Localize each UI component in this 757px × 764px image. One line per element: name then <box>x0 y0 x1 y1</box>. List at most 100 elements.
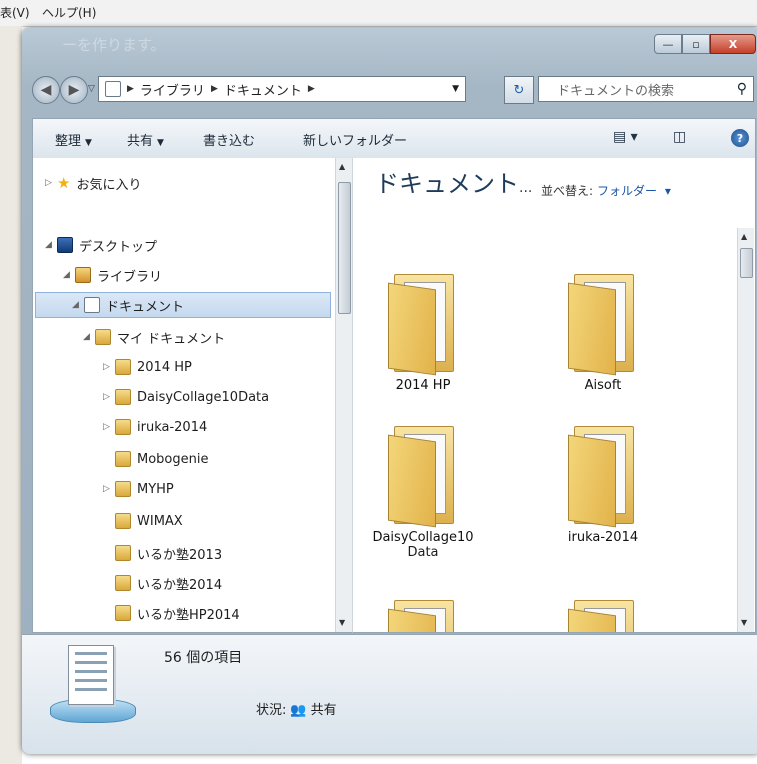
scroll-up-icon[interactable]: ▲ <box>339 162 345 171</box>
search-icon[interactable]: ⚲ <box>737 81 747 97</box>
recent-pages-dropdown-icon[interactable]: ▽ <box>88 84 95 94</box>
folder-tile[interactable]: 2014 HP <box>363 268 483 393</box>
back-button[interactable]: ◀ <box>32 76 60 104</box>
tree-item-documents[interactable]: ◢ ドキュメント <box>35 292 331 318</box>
breadcrumb-library[interactable]: ライブラリ <box>140 80 205 99</box>
document-library-icon <box>105 81 121 97</box>
caret-down-icon: ▾ <box>661 184 671 198</box>
expand-arrow-icon[interactable]: ▷ <box>103 362 115 372</box>
breadcrumb-chevron-icon[interactable]: ▶ <box>127 84 134 94</box>
collapse-arrow-icon[interactable]: ◢ <box>45 240 57 250</box>
tree-item-desktop[interactable]: ◢ デスクトップ <box>45 232 157 258</box>
tree-item-libraries[interactable]: ◢ ライブラリ <box>63 262 162 288</box>
maximize-button[interactable]: ▫ <box>682 34 710 54</box>
tree-item-folder[interactable]: ▷ DaisyCollage10Data <box>103 384 269 410</box>
library-document-icon <box>50 645 136 725</box>
folder-icon <box>115 545 131 561</box>
organize-button[interactable]: 整理 ▼ <box>55 130 92 149</box>
folder-icon <box>566 268 640 376</box>
forward-arrow-icon: ▶ <box>68 82 80 98</box>
folder-icon <box>115 389 131 405</box>
window-controls: — ▫ X <box>654 34 756 54</box>
menu-view[interactable]: 表(V) <box>0 4 30 21</box>
tree-item-favorites[interactable]: ▷ ★ お気に入り <box>45 170 141 196</box>
folder-icon <box>115 481 131 497</box>
address-bar[interactable]: ▶ ライブラリ ▶ ドキュメント ▶ ▼ <box>98 76 466 102</box>
collapse-arrow-icon[interactable]: ◢ <box>72 300 84 310</box>
nav-scroll-thumb[interactable] <box>338 182 351 314</box>
library-icon <box>75 267 91 283</box>
help-icon[interactable]: ? <box>731 129 749 147</box>
tree-item-folder[interactable]: ▷ MYHP <box>103 476 174 502</box>
caret-down-icon: ▼ <box>157 138 164 148</box>
folder-icon <box>386 420 460 528</box>
folder-tile[interactable] <box>543 594 663 632</box>
folder-icon <box>566 594 640 632</box>
navigation-bar: ◀ ▶ ▽ ▶ ライブラリ ▶ ドキュメント ▶ ▼ ↻ ドキュメントの検索 ⚲ <box>22 68 757 108</box>
file-list-pane: ドキュメント... 並べ替え: フォルダー ▾ 2014 HP Aisoft Da… <box>352 158 756 633</box>
forward-button[interactable]: ▶ <box>60 76 88 104</box>
minimize-button[interactable]: — <box>654 34 682 54</box>
refresh-button[interactable]: ↻ <box>504 76 534 104</box>
folder-tile[interactable]: Aisoft <box>543 268 663 393</box>
nav-scrollbar[interactable]: ▲ ▼ <box>335 158 352 632</box>
expand-arrow-icon[interactable]: ▷ <box>103 392 115 402</box>
folder-tile[interactable] <box>363 594 483 632</box>
breadcrumb-documents[interactable]: ドキュメント <box>224 80 302 99</box>
expand-arrow-icon[interactable]: ▷ <box>103 484 115 494</box>
tree-item-my-documents[interactable]: ◢ マイ ドキュメント <box>83 324 225 350</box>
collapse-arrow-icon[interactable]: ◢ <box>83 332 95 342</box>
background-app-edge <box>0 26 22 764</box>
document-icon <box>84 297 100 313</box>
tree-item-folder[interactable]: いるか塾HP2014 <box>103 600 240 626</box>
expand-arrow-icon[interactable]: ▷ <box>45 178 57 188</box>
sharing-status: 状況: 👥 共有 <box>256 703 337 718</box>
scroll-up-icon[interactable]: ▲ <box>741 232 747 241</box>
close-button[interactable]: X <box>710 34 756 54</box>
tree-item-folder[interactable]: いるか塾2014 <box>103 570 222 596</box>
preview-pane-icon[interactable]: ◫ <box>673 129 686 145</box>
view-options-icon[interactable]: ▤ ▾ <box>613 129 638 145</box>
folder-icon <box>115 419 131 435</box>
address-dropdown-icon[interactable]: ▼ <box>452 84 459 94</box>
ghost-title: ーを作ります。 <box>62 36 166 54</box>
explorer-window: ーを作ります。 — ▫ X ◀ ▶ ▽ ▶ ライブラリ ▶ ドキュメント ▶ ▼… <box>22 28 757 754</box>
navigation-pane: ▷ ★ お気に入り ◢ デスクトップ ◢ ライブラリ ◢ ドキュメント ◢ マイ ドキュメン… <box>32 158 354 633</box>
expand-arrow-icon[interactable]: ▷ <box>103 422 115 432</box>
content-scrollbar[interactable]: ▲ ▼ <box>737 228 754 632</box>
title-ellipsis: ... <box>519 180 533 196</box>
tree-item-folder[interactable]: ▷ iruka-2014 <box>103 414 207 440</box>
folder-icon <box>566 420 640 528</box>
caret-down-icon: ▼ <box>85 138 92 148</box>
folder-icon <box>115 451 131 467</box>
content-scroll-thumb[interactable] <box>740 248 753 278</box>
shared-users-icon: 👥 <box>290 703 307 718</box>
back-arrow-icon: ◀ <box>40 82 52 98</box>
item-count: 56 個の項目 <box>164 650 243 666</box>
search-input[interactable]: ドキュメントの検索 ⚲ <box>538 76 754 102</box>
star-icon: ★ <box>57 174 71 192</box>
refresh-icon: ↻ <box>513 82 525 98</box>
tree-item-folder[interactable]: ▷ 2014 HP <box>103 354 192 380</box>
folder-tile[interactable]: iruka-2014 <box>543 420 663 545</box>
folder-icon <box>386 268 460 376</box>
scroll-down-icon[interactable]: ▼ <box>741 618 747 627</box>
breadcrumb-chevron-icon[interactable]: ▶ <box>308 84 315 94</box>
folder-tile[interactable]: DaisyCollage10 Data <box>363 420 483 560</box>
command-bar: 整理 ▼ 共有 ▼ 書き込む 新しいフォルダー ▤ ▾ ◫ ? <box>32 118 756 159</box>
share-button[interactable]: 共有 ▼ <box>127 130 164 149</box>
arrange-by[interactable]: 並べ替え: フォルダー ▾ <box>541 182 671 199</box>
new-folder-button[interactable]: 新しいフォルダー <box>303 130 407 149</box>
tree-item-folder[interactable]: WIMAX <box>103 508 183 534</box>
burn-button[interactable]: 書き込む <box>203 130 255 149</box>
menu-help[interactable]: ヘルプ(H) <box>42 4 96 21</box>
folder-icon <box>115 575 131 591</box>
details-pane: 56 個の項目 状況: 👥 共有 <box>22 634 757 754</box>
arrange-by-value[interactable]: フォルダー <box>597 184 657 198</box>
desktop-icon <box>57 237 73 253</box>
scroll-down-icon[interactable]: ▼ <box>339 618 345 627</box>
collapse-arrow-icon[interactable]: ◢ <box>63 270 75 280</box>
tree-item-folder[interactable]: いるか塾2013 <box>103 540 222 566</box>
breadcrumb-chevron-icon[interactable]: ▶ <box>211 84 218 94</box>
tree-item-folder[interactable]: Mobogenie <box>103 446 208 472</box>
